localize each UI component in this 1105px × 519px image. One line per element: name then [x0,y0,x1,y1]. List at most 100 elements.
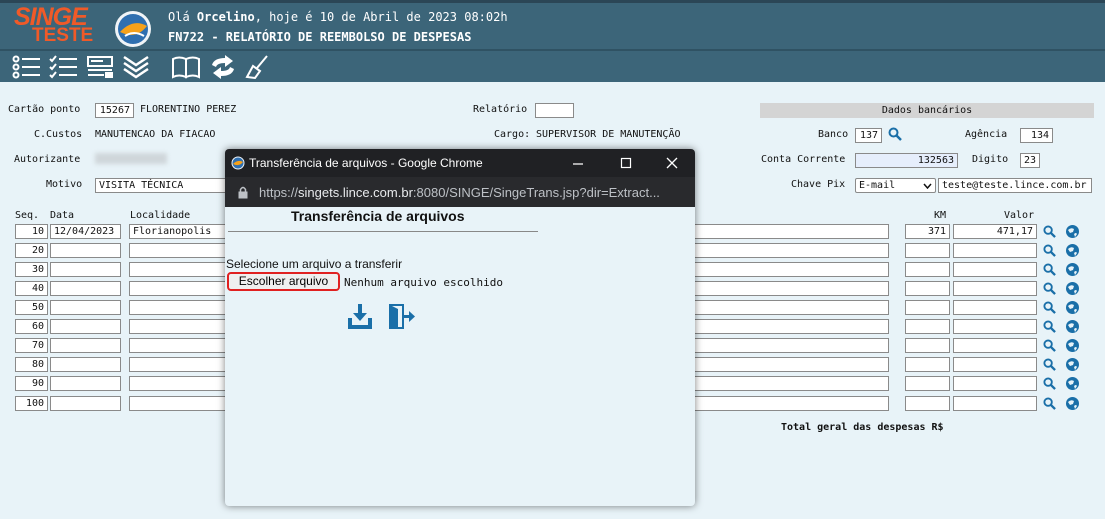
date-field[interactable] [50,319,121,334]
upload-download-icon[interactable] [348,304,372,329]
chevrons-down-icon[interactable] [122,55,150,79]
banco-label: Banco [818,129,849,140]
maximize-icon[interactable] [620,157,632,169]
date-field[interactable]: 12/04/2023 [50,224,121,239]
autorizante-value-blurred [95,153,167,164]
greeting: Olá Orcelino, hoje é 10 de Abril de 2023… [168,10,508,24]
valor-field[interactable] [953,357,1037,372]
divider [228,231,538,232]
file-transfer-window: Transferência de arquivos - Google Chrom… [225,149,695,506]
km-field[interactable]: 371 [905,224,950,239]
relatorio-field[interactable] [535,103,574,118]
motivo-field[interactable]: VISITA TÉCNICA [95,178,235,193]
ccustos-label: C.Custos [34,129,83,140]
minimize-icon[interactable] [572,158,584,168]
row-globe-icon[interactable] [1065,300,1080,315]
date-field[interactable] [50,262,121,277]
row-search-icon[interactable] [1043,263,1056,276]
row-globe-icon[interactable] [1065,281,1080,296]
seq-field[interactable]: 80 [15,357,48,372]
conta-corrente-label: Conta Corrente [761,154,846,165]
row-globe-icon[interactable] [1065,396,1080,411]
seq-field[interactable]: 30 [15,262,48,277]
row-globe-icon[interactable] [1065,224,1080,239]
seq-field[interactable]: 10 [15,224,48,239]
km-field[interactable] [905,262,950,277]
close-icon[interactable] [666,157,678,169]
checklist-icon[interactable] [49,55,79,79]
agencia-field[interactable]: 134 [1020,128,1053,143]
cargo-label: Cargo: [494,129,531,140]
exit-icon[interactable] [389,304,415,329]
row-globe-icon[interactable] [1065,357,1080,372]
km-field[interactable] [905,243,950,258]
cargo-value: SUPERVISOR DE MANUTENÇÃO [536,129,681,140]
km-field[interactable] [905,338,950,353]
valor-field[interactable] [953,281,1037,296]
chave-pix-type-select[interactable]: E-mail [855,178,936,193]
row-search-icon[interactable] [1043,244,1056,257]
date-field[interactable] [50,300,121,315]
chave-pix-field[interactable]: teste@teste.lince.com.br [938,178,1092,193]
row-search-icon[interactable] [1043,397,1056,410]
choose-file-button[interactable]: Escolher arquivo [227,272,340,291]
seq-field[interactable]: 50 [15,300,48,315]
row-search-icon[interactable] [1043,320,1056,333]
km-field[interactable] [905,376,950,391]
seq-field[interactable]: 40 [15,281,48,296]
autorizante-label: Autorizante [14,154,81,165]
row-search-icon[interactable] [1043,358,1056,371]
row-search-icon[interactable] [1043,225,1056,238]
valor-field[interactable] [953,300,1037,315]
seq-field[interactable]: 70 [15,338,48,353]
km-field[interactable] [905,281,950,296]
date-field[interactable] [50,396,121,411]
date-field[interactable] [50,357,121,372]
date-field[interactable] [50,281,121,296]
row-search-icon[interactable] [1043,339,1056,352]
book-icon[interactable] [171,55,201,79]
row-search-icon[interactable] [1043,377,1056,390]
km-field[interactable] [905,300,950,315]
chevron-down-icon [923,183,932,189]
km-field[interactable] [905,319,950,334]
valor-field[interactable] [953,338,1037,353]
date-field[interactable] [50,376,121,391]
row-globe-icon[interactable] [1065,376,1080,391]
row-globe-icon[interactable] [1065,338,1080,353]
cartao-ponto-field[interactable]: 15267 [95,103,134,118]
employee-name: FLORENTINO PEREZ [140,104,237,115]
row-search-icon[interactable] [1043,301,1056,314]
seq-field[interactable]: 100 [15,396,48,411]
date-field[interactable] [50,338,121,353]
row-globe-icon[interactable] [1065,262,1080,277]
seq-field[interactable]: 20 [15,243,48,258]
seq-field[interactable]: 60 [15,319,48,334]
col-header-localidade: Localidade [130,210,191,221]
valor-field[interactable] [953,262,1037,277]
bank-search-icon[interactable] [888,127,902,141]
row-globe-icon[interactable] [1065,319,1080,334]
date-field[interactable] [50,243,121,258]
report-title: FN722 - RELATÓRIO DE REEMBOLSO DE DESPES… [168,30,472,44]
lock-icon [238,186,248,199]
address-bar[interactable]: https://singets.lince.com.br:8080/SINGE/… [225,177,695,207]
refresh-icon[interactable] [209,55,237,79]
valor-field[interactable] [953,243,1037,258]
valor-field[interactable] [953,319,1037,334]
conta-corrente-field[interactable]: 132563 [855,153,958,168]
form-icon[interactable] [86,55,116,79]
digito-field[interactable]: 23 [1020,153,1040,168]
ccustos-value: MANUTENCAO DA FIACAO [95,129,216,140]
list-icon[interactable] [12,55,42,79]
row-globe-icon[interactable] [1065,243,1080,258]
broom-icon[interactable] [245,55,271,79]
km-field[interactable] [905,357,950,372]
seq-field[interactable]: 90 [15,376,48,391]
banco-field[interactable]: 137 [855,128,882,143]
row-search-icon[interactable] [1043,282,1056,295]
valor-field[interactable] [953,396,1037,411]
valor-field[interactable] [953,376,1037,391]
valor-field[interactable]: 471,17 [953,224,1037,239]
km-field[interactable] [905,396,950,411]
